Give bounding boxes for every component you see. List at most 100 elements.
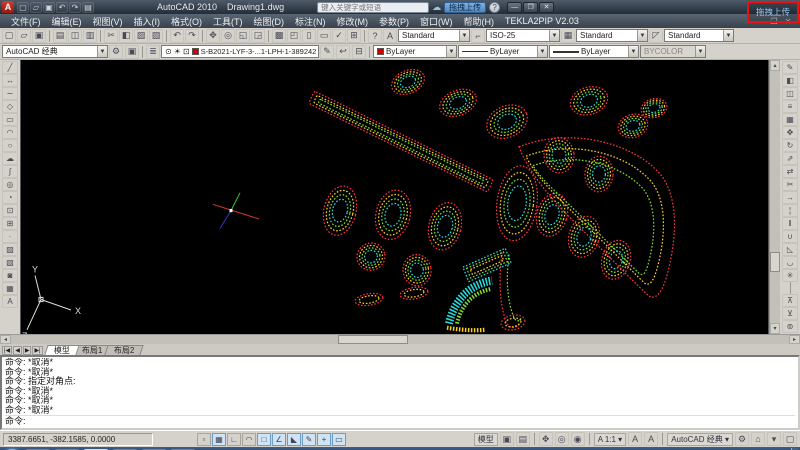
layer-previous-icon[interactable]: ↩	[336, 45, 350, 59]
chamfer-icon[interactable]: ◺	[782, 243, 798, 256]
polyline-icon[interactable]: ∼	[2, 87, 18, 100]
gradient-icon[interactable]: ▧	[2, 256, 18, 269]
chevron-down-icon[interactable]: ▼	[97, 46, 107, 57]
horizontal-scroll-thumb[interactable]	[338, 335, 408, 344]
style-dropdown[interactable]: ISO-25▼	[486, 29, 560, 42]
quickcalc-icon[interactable]: ⊞	[347, 29, 361, 43]
new-icon[interactable]: ▢	[17, 2, 29, 13]
save-icon[interactable]: ▣	[32, 29, 46, 43]
markup-icon[interactable]: ✓	[332, 29, 346, 43]
draworder-front-icon[interactable]: ⊼	[782, 294, 798, 307]
ortho-toggle[interactable]: ∟	[227, 433, 241, 446]
point-icon[interactable]: ·	[2, 230, 18, 243]
help-button[interactable]: ?	[489, 2, 500, 13]
status-menu-icon[interactable]: ▾	[767, 432, 781, 446]
chevron-down-icon[interactable]: ▼	[549, 30, 559, 41]
workspace-save-icon[interactable]: ▣	[125, 45, 139, 59]
save-icon[interactable]: ▣	[43, 2, 55, 13]
gear-icon[interactable]: ⚙	[109, 45, 123, 59]
join-icon[interactable]: ∪	[782, 230, 798, 243]
drawing-svg[interactable]: YXZ	[21, 60, 768, 334]
menu-item-3[interactable]: 插入(I)	[129, 15, 166, 28]
lwt-toggle[interactable]: +	[317, 433, 331, 446]
offset-icon[interactable]: ≡	[782, 100, 798, 113]
sheetset-icon[interactable]: ▭	[317, 29, 331, 43]
menu-item-5[interactable]: 工具(T)	[208, 15, 248, 28]
mirror-icon[interactable]: ◫	[782, 87, 798, 100]
autocad-logo-icon[interactable]: A	[2, 1, 14, 13]
zoom-realtime-icon[interactable]: ◎	[221, 29, 235, 43]
workspace-gear-icon[interactable]: ⚙	[735, 432, 749, 446]
scroll-left-icon[interactable]: ◂	[0, 335, 11, 344]
menu-item-7[interactable]: 标注(N)	[290, 15, 331, 28]
menu-item-4[interactable]: 格式(O)	[166, 15, 207, 28]
menu-item-6[interactable]: 绘图(D)	[249, 15, 290, 28]
menu-item-10[interactable]: 窗口(W)	[415, 15, 458, 28]
annotation-scale-button[interactable]: A 1:1 ▾	[594, 433, 626, 446]
annotation-auto-icon[interactable]: A	[644, 432, 658, 446]
chevron-down-icon[interactable]: ▼	[637, 30, 647, 41]
make-current-icon[interactable]: ✎	[320, 45, 334, 59]
bulb-icon[interactable]: ⊙	[165, 47, 172, 56]
clean-screen-icon[interactable]: ▢	[783, 432, 797, 446]
grid-toggle[interactable]: ▦	[212, 433, 226, 446]
region-icon[interactable]: ◙	[2, 269, 18, 282]
linetype-dropdown[interactable]: ByLayer▼	[458, 45, 548, 58]
undo-icon[interactable]: ↶	[56, 2, 68, 13]
break-icon[interactable]: ‖	[782, 217, 798, 230]
chevron-down-icon[interactable]: ▼	[537, 46, 547, 57]
vertical-scrollbar[interactable]: ▴ ▾	[769, 60, 780, 334]
close-button[interactable]: ✕	[539, 2, 554, 13]
chevron-down-icon[interactable]: ▼	[628, 46, 638, 57]
scroll-up-icon[interactable]: ▴	[770, 60, 780, 71]
horizontal-scrollbar[interactable]: ◂ ▸	[0, 334, 800, 344]
snap-toggle[interactable]: ▫	[197, 433, 211, 446]
polar-toggle[interactable]: ◠	[242, 433, 256, 446]
layer-properties-icon[interactable]: ≣	[146, 45, 160, 59]
open-icon[interactable]: ▱	[17, 29, 31, 43]
text-style-icon[interactable]: A	[383, 29, 397, 43]
properties-icon[interactable]: ▩	[272, 29, 286, 43]
chevron-down-icon[interactable]: ▼	[318, 46, 319, 57]
make-block-icon[interactable]: ⊞	[2, 217, 18, 230]
osnap-toggle[interactable]: □	[257, 433, 271, 446]
undo-icon[interactable]: ↶	[170, 29, 184, 43]
maximize-button[interactable]: ❐	[523, 2, 538, 13]
hatch-icon[interactable]: ▨	[2, 243, 18, 256]
scroll-down-icon[interactable]: ▾	[770, 323, 780, 334]
model-button[interactable]: 模型	[474, 433, 498, 446]
cut-icon[interactable]: ✂	[104, 29, 118, 43]
ellipse-arc-icon[interactable]: ◔	[2, 191, 18, 204]
otrack-toggle[interactable]: ∠	[272, 433, 286, 446]
mleader-style-icon[interactable]: ◸	[649, 29, 663, 43]
qnew-icon[interactable]: ▢	[2, 29, 16, 43]
insert-block-icon[interactable]: ⊡	[2, 204, 18, 217]
tab-nav-2[interactable]: ▶	[23, 346, 32, 355]
command-window[interactable]: 命令: *取消*命令: *取消*命令: 指定对角点:命令: *取消*命令: *取…	[0, 355, 800, 430]
search-input[interactable]	[317, 2, 429, 13]
style-dropdown[interactable]: Standard▼	[398, 29, 470, 42]
plot-preview-icon[interactable]: ◫	[68, 29, 82, 43]
zoom-previous-icon[interactable]: ◲	[251, 29, 265, 43]
workspace-dropdown[interactable]: AutoCAD 经典▼	[2, 45, 108, 58]
line-icon[interactable]: ╱	[2, 61, 18, 74]
revcloud-icon[interactable]: ☁	[2, 152, 18, 165]
arc-icon[interactable]: ◠	[2, 126, 18, 139]
qp-toggle[interactable]: ▭	[332, 433, 346, 446]
extend-icon[interactable]: →	[782, 191, 798, 204]
pan-icon[interactable]: ✥	[539, 432, 553, 446]
open-icon[interactable]: ▱	[30, 2, 42, 13]
plot-icon[interactable]: ▤	[53, 29, 67, 43]
chevron-down-icon[interactable]: ▼	[723, 30, 733, 41]
command-prompt[interactable]: 命令:	[5, 415, 795, 427]
menu-item-1[interactable]: 编辑(E)	[47, 15, 87, 28]
erase-icon[interactable]: ✎	[782, 61, 798, 74]
menu-item-2[interactable]: 视图(V)	[88, 15, 128, 28]
spline-icon[interactable]: ∫	[2, 165, 18, 178]
menu-item-12[interactable]: TEKLA2PIP V2.03	[500, 16, 584, 26]
move-icon[interactable]: ✥	[782, 126, 798, 139]
explode-icon[interactable]: ✳	[782, 269, 798, 282]
lineweight-dropdown[interactable]: ByLayer▼	[549, 45, 639, 58]
rectangle-icon[interactable]: ▭	[2, 113, 18, 126]
trim-icon[interactable]: ✂	[782, 178, 798, 191]
